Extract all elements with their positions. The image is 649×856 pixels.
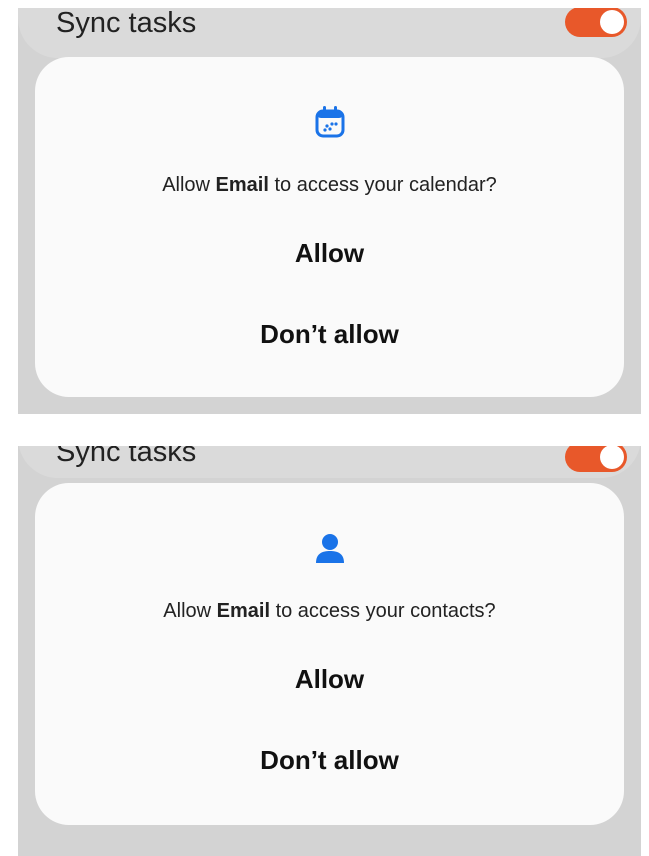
calendar-permission-screen: Sync tasks Allow Email to access your ca… bbox=[18, 8, 641, 414]
permission-dialog: Allow Email to access your calendar? All… bbox=[35, 57, 624, 397]
prompt-suffix: to access your contacts? bbox=[270, 600, 496, 622]
dont-allow-button[interactable]: Don’t allow bbox=[260, 745, 399, 776]
prompt-prefix: Allow bbox=[163, 600, 217, 622]
sync-tasks-toggle[interactable] bbox=[565, 446, 627, 472]
app-name: Email bbox=[216, 600, 271, 622]
calendar-icon bbox=[315, 106, 344, 138]
app-name: Email bbox=[215, 174, 269, 196]
sync-tasks-label: Sync tasks bbox=[56, 8, 197, 39]
allow-button[interactable]: Allow bbox=[295, 664, 364, 695]
toggle-knob bbox=[600, 10, 624, 34]
sync-tasks-toggle[interactable] bbox=[565, 8, 627, 37]
contacts-permission-screen: Sync tasks Allow Email to access your co… bbox=[18, 446, 641, 856]
permission-prompt: Allow Email to access your calendar? bbox=[35, 174, 624, 197]
dont-allow-button[interactable]: Don’t allow bbox=[260, 319, 399, 350]
person-icon bbox=[315, 534, 344, 563]
sync-tasks-row[interactable]: Sync tasks bbox=[18, 8, 641, 58]
allow-button[interactable]: Allow bbox=[295, 238, 364, 269]
permission-prompt: Allow Email to access your contacts? bbox=[35, 600, 624, 623]
sync-tasks-row[interactable]: Sync tasks bbox=[18, 446, 641, 478]
permission-dialog: Allow Email to access your contacts? All… bbox=[35, 483, 624, 825]
prompt-suffix: to access your calendar? bbox=[268, 174, 497, 196]
sync-tasks-label: Sync tasks bbox=[56, 446, 197, 468]
prompt-prefix: Allow bbox=[162, 174, 216, 196]
toggle-knob bbox=[600, 446, 624, 469]
